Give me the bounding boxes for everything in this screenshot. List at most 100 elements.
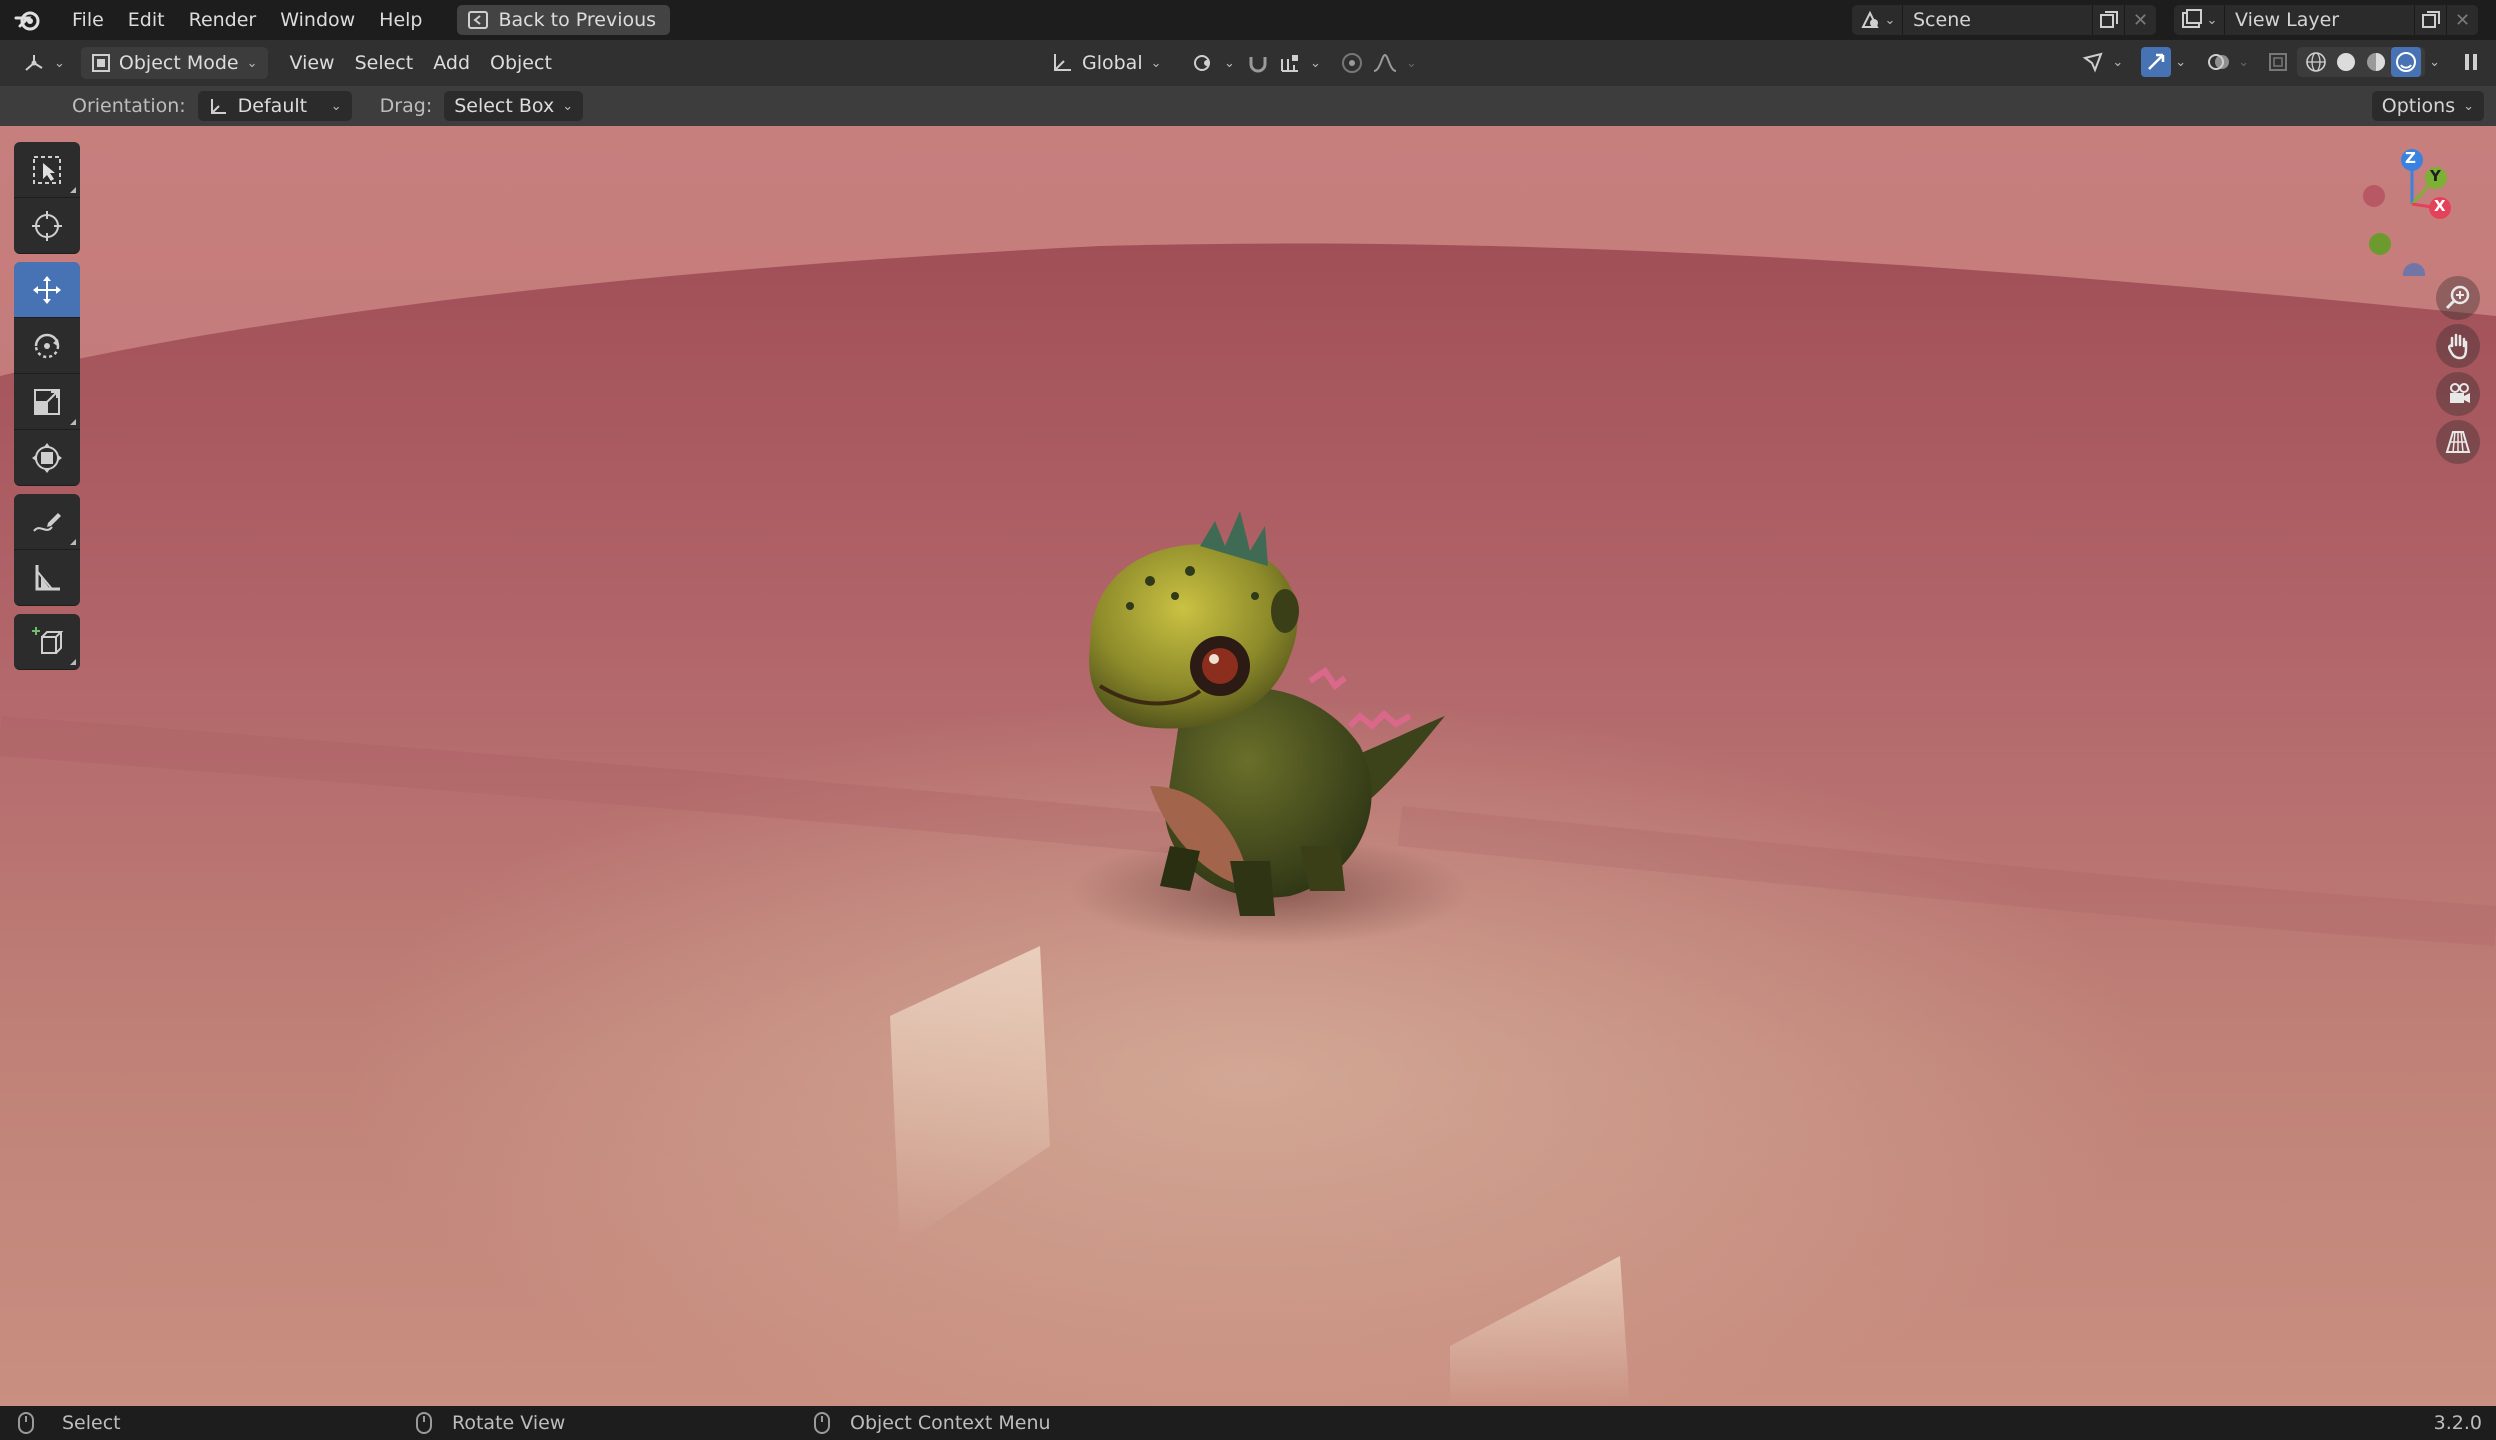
tool-move[interactable]: [14, 262, 80, 318]
pencil-icon: [33, 512, 61, 532]
shading-solid-button[interactable]: [2331, 47, 2361, 77]
object-mode-icon: [91, 54, 110, 72]
tool-shelf: [14, 142, 80, 678]
overlays-toggle[interactable]: [2204, 47, 2234, 77]
tool-options-corner-icon: [70, 187, 76, 193]
menu-edit[interactable]: Edit: [116, 4, 177, 36]
shading-material-button[interactable]: [2361, 47, 2391, 77]
zoom-icon: [2445, 285, 2470, 310]
transform-icon: [32, 442, 62, 473]
pause-icon: [2465, 54, 2477, 70]
proportional-edit-icon: [1342, 53, 1362, 73]
shading-wireframe-button[interactable]: [2301, 47, 2331, 77]
xray-toggle[interactable]: [2263, 47, 2293, 77]
magnet-icon: [1249, 57, 1267, 73]
options-label: Options: [2381, 95, 2456, 117]
chevron-down-icon: ⌄: [246, 55, 258, 71]
wireframe-sphere-icon: [2306, 52, 2326, 72]
pan-view-button[interactable]: [2436, 324, 2480, 368]
pivot-icon: [1194, 55, 1210, 71]
scene-icon: [1860, 10, 1879, 28]
proportional-editing-toggle[interactable]: ⌄: [1330, 47, 1427, 79]
tool-rotate[interactable]: [14, 318, 80, 374]
ruler-icon: [35, 564, 60, 590]
status-rotate-label: Rotate View: [452, 1412, 566, 1434]
gizmo-icon: [2148, 53, 2165, 70]
selectability-visibility-button[interactable]: [2078, 47, 2108, 77]
viewport-header: ⌄ Object Mode ⌄ View Select Add Object G…: [0, 40, 2496, 86]
chevron-down-icon: ⌄: [1150, 55, 1162, 71]
tool-annotate[interactable]: [14, 494, 80, 550]
status-bar: Select Rotate View Object Context Menu 3…: [0, 1406, 2496, 1440]
menu-help[interactable]: Help: [367, 4, 434, 36]
mode-dropdown[interactable]: Object Mode ⌄: [80, 47, 268, 79]
move-icon: [33, 275, 61, 304]
chevron-down-icon: ⌄: [562, 98, 574, 114]
hand-icon: [2447, 333, 2468, 360]
new-scene-button[interactable]: [2092, 5, 2124, 35]
xray-icon: [2269, 53, 2288, 71]
zoom-view-button[interactable]: [2436, 276, 2480, 320]
tool-options-corner-icon: [70, 419, 76, 425]
mouse-middle-icon: [416, 1412, 432, 1434]
toggle-sidebar-button[interactable]: [2456, 47, 2486, 77]
tool-select-box[interactable]: [14, 142, 80, 198]
menu-select[interactable]: Select: [345, 47, 424, 79]
tool-measure[interactable]: [14, 550, 80, 606]
viewport-header-right: ⌄ ⌄ ⌄ ⌄: [2078, 47, 2486, 77]
tool-transform[interactable]: [14, 430, 80, 486]
view-layer-selector: ⌄ View Layer ✕: [2174, 5, 2478, 35]
tool-scale[interactable]: [14, 374, 80, 430]
view-layer-name-field[interactable]: View Layer: [2224, 5, 2414, 35]
orientation-icon: [1054, 54, 1071, 71]
rotate-icon: [34, 333, 60, 358]
version-label: 3.2.0: [2433, 1412, 2482, 1434]
navigation-gizmo[interactable]: Z Y X: [2350, 146, 2470, 285]
camera-view-button[interactable]: [2436, 372, 2480, 416]
menu-add[interactable]: Add: [423, 47, 480, 79]
rendered-scene[interactable]: [0, 126, 2496, 1406]
3d-viewport[interactable]: Z Y X: [0, 126, 2496, 1406]
tool-add-cube[interactable]: [14, 614, 80, 670]
drag-dropdown[interactable]: Select Box ⌄: [444, 91, 584, 121]
orientation-dropdown[interactable]: Default ⌄: [197, 91, 352, 121]
gizmo-toggle[interactable]: [2141, 47, 2172, 77]
scene-browse-button[interactable]: ⌄: [1852, 5, 1902, 35]
add-cube-icon: [32, 626, 64, 654]
chevron-down-icon: ⌄: [1884, 12, 1896, 28]
menu-file[interactable]: File: [60, 4, 116, 36]
snap-toggle[interactable]: ⌄: [1236, 47, 1331, 79]
transform-orientation-dropdown[interactable]: Global ⌄: [1040, 47, 1172, 79]
perspective-toggle-button[interactable]: [2436, 420, 2480, 464]
shading-rendered-button[interactable]: [2391, 47, 2422, 77]
axis-z-label: Z: [2405, 149, 2416, 167]
menu-object[interactable]: Object: [480, 47, 562, 79]
delete-view-layer-button[interactable]: ✕: [2446, 5, 2478, 35]
mouse-left-icon: [18, 1412, 34, 1434]
menu-view[interactable]: View: [280, 47, 345, 79]
back-label: Back to Previous: [498, 9, 657, 31]
status-select-label: Select: [62, 1412, 121, 1434]
copy-icon: [2099, 11, 2118, 28]
chevron-down-icon: ⌄: [54, 55, 65, 71]
orientation-field-label: Orientation:: [72, 95, 186, 117]
tool-cursor[interactable]: [14, 198, 80, 254]
blender-logo-icon[interactable]: [14, 6, 42, 34]
axis-x-label: X: [2434, 197, 2446, 215]
orientation-axes-icon: [210, 99, 226, 114]
material-sphere-icon: [2367, 53, 2386, 71]
new-view-layer-button[interactable]: [2414, 5, 2446, 35]
orientation-label: Global: [1082, 52, 1143, 74]
chevron-down-icon: ⌄: [1406, 55, 1417, 71]
view-layer-browse-button[interactable]: ⌄: [2174, 5, 2224, 35]
chevron-down-icon: ⌄: [330, 98, 342, 114]
scene-name-field[interactable]: Scene: [1902, 5, 2092, 35]
back-to-previous-button[interactable]: Back to Previous: [456, 5, 671, 35]
menu-render[interactable]: Render: [177, 4, 269, 36]
editor-type-button[interactable]: ⌄: [12, 47, 75, 79]
solid-sphere-icon: [2337, 53, 2356, 71]
close-icon: ✕: [2454, 9, 2471, 31]
options-dropdown[interactable]: Options ⌄: [2371, 91, 2484, 121]
delete-scene-button[interactable]: ✕: [2124, 5, 2156, 35]
menu-window[interactable]: Window: [268, 4, 367, 36]
